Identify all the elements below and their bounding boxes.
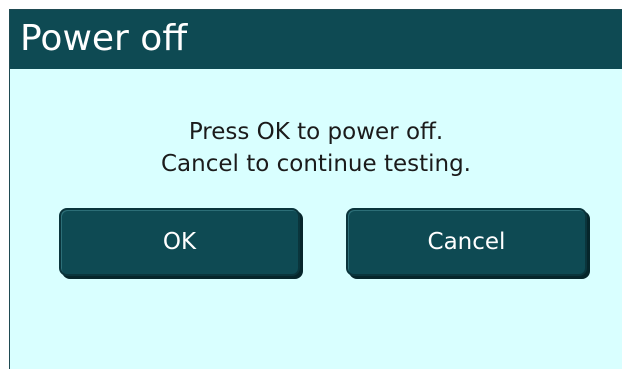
dialog-message: Press OK to power off. Cancel to continu… <box>10 116 622 180</box>
message-line-1: Press OK to power off. <box>188 119 444 145</box>
dialog-title: Power off <box>20 18 188 59</box>
cancel-button-label: Cancel <box>427 229 506 255</box>
ok-button-label: OK <box>162 229 197 255</box>
title-bar: Power off <box>10 10 622 69</box>
ok-button[interactable]: OK <box>59 208 300 276</box>
power-off-dialog: Power off Press OK to power off. Cancel … <box>9 9 622 369</box>
cancel-button[interactable]: Cancel <box>346 208 587 276</box>
message-line-2: Cancel to continue testing. <box>161 151 471 177</box>
